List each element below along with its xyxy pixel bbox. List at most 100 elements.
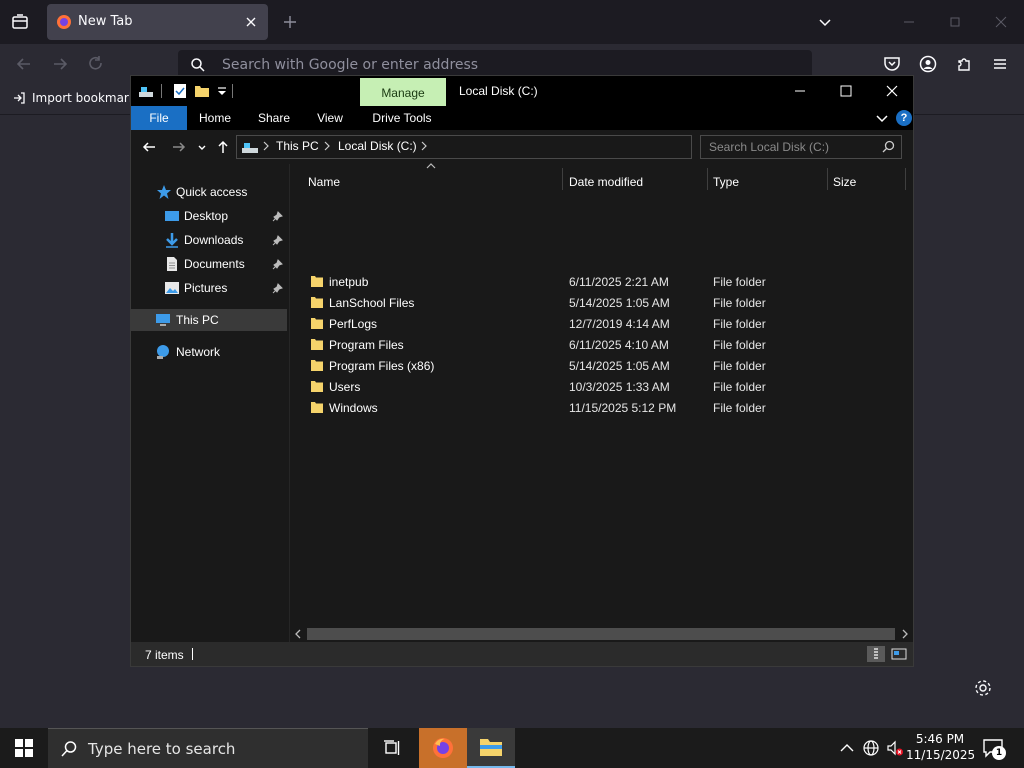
column-header-date[interactable]: Date modified bbox=[569, 170, 705, 194]
column-divider[interactable] bbox=[707, 168, 708, 190]
nav-label: Downloads bbox=[184, 233, 244, 247]
document-icon bbox=[164, 256, 180, 272]
file-row[interactable]: inetpub 6/11/2025 2:21 AM File folder bbox=[290, 271, 905, 292]
expand-ribbon-icon[interactable] bbox=[875, 111, 889, 125]
restore-icon[interactable] bbox=[947, 14, 963, 30]
back-icon[interactable] bbox=[14, 54, 34, 74]
tab-share[interactable]: Share bbox=[251, 106, 297, 130]
star-icon bbox=[156, 184, 172, 200]
column-divider[interactable] bbox=[562, 168, 563, 190]
up-icon[interactable] bbox=[215, 139, 231, 155]
system-clock[interactable]: 5:46 PM 11/15/2025 bbox=[906, 731, 975, 763]
column-header-type[interactable]: Type bbox=[713, 170, 825, 194]
drive-icon bbox=[138, 83, 154, 99]
file-row[interactable]: LanSchool Files 5/14/2025 1:05 AM File f… bbox=[290, 292, 905, 313]
nav-item-quick-access[interactable]: Quick access bbox=[131, 181, 287, 203]
browser-tab-bar: New Tab bbox=[0, 0, 1024, 44]
nav-item-this-pc[interactable]: This PC bbox=[131, 309, 287, 331]
new-folder-icon[interactable] bbox=[194, 83, 210, 99]
browser-tab[interactable]: New Tab bbox=[47, 4, 268, 40]
forward-icon[interactable] bbox=[50, 54, 70, 74]
file-name: Program Files bbox=[329, 338, 404, 352]
tab-list-icon[interactable] bbox=[10, 12, 30, 32]
file-row[interactable]: Program Files 6/11/2025 4:10 AM File fol… bbox=[290, 334, 905, 355]
forward-icon[interactable] bbox=[171, 139, 187, 155]
file-type: File folder bbox=[713, 401, 766, 415]
column-divider[interactable] bbox=[827, 168, 828, 190]
gear-icon[interactable] bbox=[973, 678, 993, 698]
chevron-right-icon[interactable] bbox=[323, 141, 331, 151]
new-tab-icon[interactable] bbox=[282, 14, 298, 30]
chevron-right-icon[interactable] bbox=[900, 629, 910, 639]
recent-locations-icon[interactable] bbox=[196, 139, 208, 155]
search-field[interactable]: Search Local Disk (C:) bbox=[700, 135, 902, 159]
column-header-name[interactable]: Name bbox=[308, 170, 560, 194]
large-icons-view-icon[interactable] bbox=[890, 646, 908, 662]
menu-icon[interactable] bbox=[990, 54, 1010, 74]
nav-item-desktop[interactable]: Desktop bbox=[131, 205, 287, 227]
file-row[interactable]: PerfLogs 12/7/2019 4:14 AM File folder bbox=[290, 313, 905, 334]
address-bar[interactable]: This PC Local Disk (C:) bbox=[236, 135, 791, 159]
nav-label: This PC bbox=[176, 313, 219, 327]
file-explorer-window: Manage Local Disk (C:) File Home Share V… bbox=[130, 75, 914, 667]
file-type: File folder bbox=[713, 296, 766, 310]
chevron-down-icon[interactable] bbox=[818, 15, 832, 29]
taskbar-search-box[interactable]: Type here to search bbox=[48, 728, 368, 768]
extensions-icon[interactable] bbox=[954, 54, 974, 74]
file-date: 10/3/2025 1:33 AM bbox=[569, 380, 670, 394]
horizontal-scrollbar[interactable] bbox=[290, 626, 913, 642]
column-divider[interactable] bbox=[905, 168, 906, 190]
chevron-up-icon[interactable] bbox=[838, 739, 856, 757]
customize-toolbar-icon[interactable] bbox=[214, 83, 230, 99]
ribbon-tabs: File Home Share View Drive Tools ? bbox=[131, 106, 913, 130]
file-row[interactable]: Users 10/3/2025 1:33 AM File folder bbox=[290, 376, 905, 397]
nav-item-network[interactable]: Network bbox=[131, 341, 287, 363]
file-type: File folder bbox=[713, 380, 766, 394]
file-row[interactable]: Program Files (x86) 5/14/2025 1:05 AM Fi… bbox=[290, 355, 905, 376]
nav-label: Desktop bbox=[184, 209, 229, 223]
reload-icon[interactable] bbox=[86, 54, 106, 74]
tab-drive-tools[interactable]: Drive Tools bbox=[364, 106, 440, 130]
close-tab-icon[interactable] bbox=[244, 15, 258, 29]
file-row[interactable]: Windows 11/15/2025 5:12 PM File folder bbox=[290, 397, 905, 418]
chevron-right-icon[interactable] bbox=[262, 141, 270, 151]
nav-item-pictures[interactable]: Pictures bbox=[131, 277, 287, 299]
nav-item-downloads[interactable]: Downloads bbox=[131, 229, 287, 251]
search-icon bbox=[882, 140, 895, 153]
windows-start-button[interactable] bbox=[0, 728, 48, 768]
close-icon[interactable] bbox=[869, 76, 915, 106]
tab-view[interactable]: View bbox=[309, 106, 351, 130]
search-placeholder: Search Local Disk (C:) bbox=[709, 140, 830, 154]
tab-file[interactable]: File bbox=[131, 106, 187, 130]
task-view-icon[interactable] bbox=[382, 738, 402, 758]
account-icon[interactable] bbox=[918, 54, 938, 74]
breadcrumb-this-pc[interactable]: This PC bbox=[276, 139, 319, 153]
nav-item-documents[interactable]: Documents bbox=[131, 253, 287, 275]
file-date: 11/15/2025 5:12 PM bbox=[569, 401, 677, 415]
item-count: 7 items bbox=[145, 648, 184, 662]
pocket-icon[interactable] bbox=[882, 54, 902, 74]
column-header-size[interactable]: Size bbox=[833, 170, 903, 194]
taskbar-firefox-button[interactable] bbox=[419, 728, 467, 768]
minimize-icon[interactable] bbox=[777, 76, 823, 106]
folder-icon bbox=[480, 739, 502, 756]
volume-muted-icon[interactable] bbox=[886, 739, 904, 757]
breadcrumb-local-disk[interactable]: Local Disk (C:) bbox=[338, 139, 417, 153]
close-window-icon[interactable] bbox=[993, 14, 1009, 30]
file-name: Users bbox=[329, 380, 361, 394]
scrollbar-thumb[interactable] bbox=[307, 628, 895, 640]
help-icon[interactable]: ? bbox=[896, 110, 912, 126]
details-view-icon[interactable] bbox=[867, 646, 885, 662]
pin-icon bbox=[272, 259, 283, 270]
maximize-icon[interactable] bbox=[823, 76, 869, 106]
chevron-right-icon[interactable] bbox=[420, 141, 428, 151]
back-icon[interactable] bbox=[141, 139, 157, 155]
tab-home[interactable]: Home bbox=[193, 106, 237, 130]
file-date: 12/7/2019 4:14 AM bbox=[569, 317, 670, 331]
minimize-icon[interactable] bbox=[901, 14, 917, 30]
chevron-left-icon[interactable] bbox=[293, 629, 303, 639]
network-globe-icon[interactable] bbox=[862, 739, 880, 757]
manage-contextual-tab[interactable]: Manage bbox=[360, 78, 446, 106]
taskbar-file-explorer-button[interactable] bbox=[467, 728, 515, 768]
properties-icon[interactable] bbox=[172, 83, 188, 99]
